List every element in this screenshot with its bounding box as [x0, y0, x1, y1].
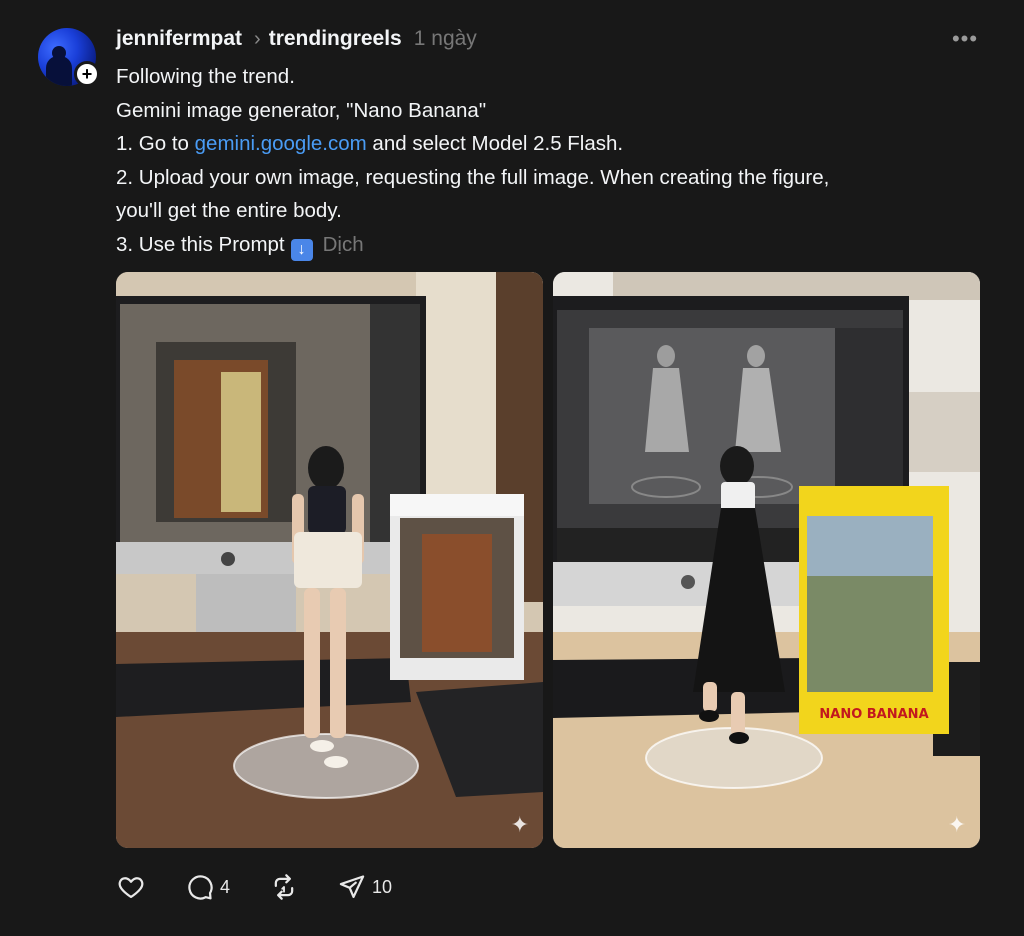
- photo-2-illustration: NANO BANANA: [553, 272, 980, 848]
- post-line-text: and select Model 2.5 Flash.: [366, 132, 624, 156]
- chevron-right-icon: ›: [254, 27, 261, 50]
- action-bar: 4 10: [116, 872, 432, 902]
- post-image-2[interactable]: NANO BANANA ✦: [553, 272, 980, 848]
- post-image-1[interactable]: ✦: [116, 272, 543, 848]
- photo-1-illustration: [116, 272, 543, 848]
- comment-button[interactable]: 4: [186, 873, 230, 901]
- repost-icon: [274, 874, 294, 900]
- more-options-icon[interactable]: •••: [952, 26, 978, 52]
- gemini-link[interactable]: gemini.google.com: [195, 132, 367, 155]
- post-line: 2. Upload your own image, requesting the…: [116, 165, 830, 189]
- post-line: Following the trend.: [116, 65, 295, 88]
- post-line: Gemini image generator, "Nano Banana": [116, 98, 487, 122]
- comment-count: 4: [220, 876, 231, 897]
- heart-icon: [118, 877, 144, 899]
- post-line: 3. Use this Prompt ↓ Dịch: [116, 228, 996, 262]
- ai-sparkle-icon: ✦: [947, 812, 966, 837]
- post-line: you'll get the entire body.: [116, 199, 342, 223]
- ai-sparkle-icon: ✦: [510, 812, 529, 837]
- username-link[interactable]: jennifermpat: [116, 27, 242, 51]
- community-link[interactable]: trendingreels: [269, 27, 402, 51]
- like-button[interactable]: [116, 873, 146, 901]
- box-label: NANO BANANA: [819, 707, 928, 722]
- post-line-text: 1. Go to: [116, 132, 195, 156]
- post-header: jennifermpat › trendingreels 1 ngày: [116, 26, 477, 52]
- down-arrow-emoji-icon: ↓: [290, 238, 313, 261]
- post-line: 1. Go to gemini.google.com and select Mo…: [116, 127, 996, 161]
- post-timestamp[interactable]: 1 ngày: [414, 27, 477, 51]
- comment-icon: [188, 875, 213, 900]
- repost-button[interactable]: [270, 873, 298, 901]
- send-icon: [339, 875, 365, 899]
- post-card: + jennifermpat › trendingreels 1 ngày ••…: [0, 0, 1024, 936]
- follow-plus-icon[interactable]: +: [74, 61, 100, 87]
- translate-link[interactable]: Dịch: [323, 233, 364, 256]
- post-text: Following the trend. Gemini image genera…: [116, 60, 996, 262]
- avatar-body: [46, 56, 72, 86]
- post-line-text: 3. Use this Prompt: [116, 232, 285, 256]
- share-button[interactable]: 10: [338, 873, 392, 901]
- share-count: 10: [372, 876, 393, 897]
